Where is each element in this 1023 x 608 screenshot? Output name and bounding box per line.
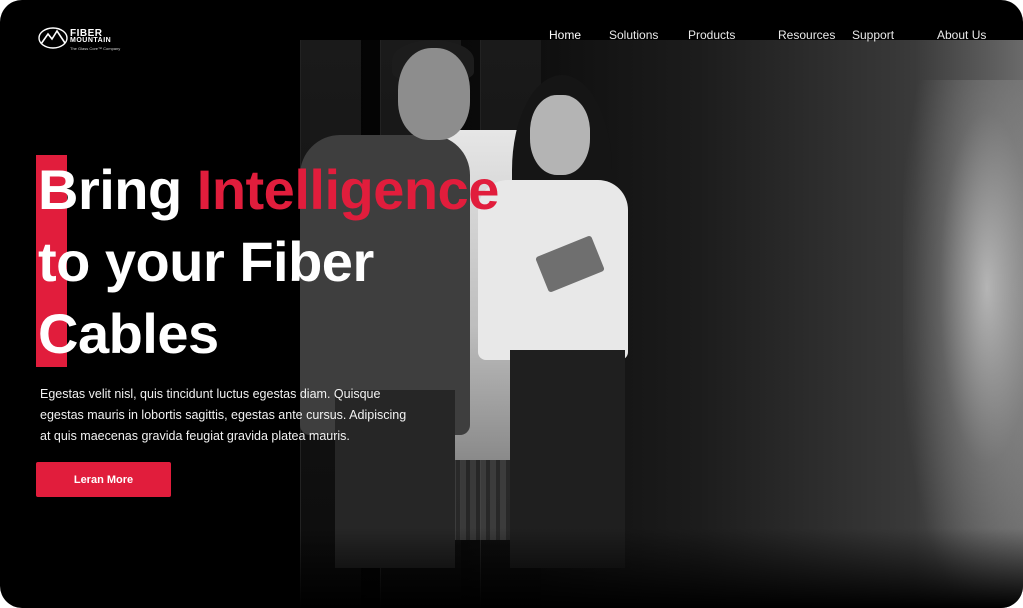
hero-photo — [300, 40, 1023, 608]
nav-item-products[interactable]: Products — [688, 28, 735, 42]
woman-face — [530, 95, 590, 175]
headline-line2: to your Fiber — [38, 230, 374, 293]
brand-tagline: The Glass Core™ Company — [70, 46, 121, 51]
nav-item-about-us[interactable]: About Us — [937, 28, 986, 42]
headline-line3: Cables — [38, 302, 219, 365]
network-glow — [903, 80, 1023, 600]
headline-part1: Bring — [38, 158, 197, 221]
brand-name-line2: MOUNTAIN — [70, 37, 112, 44]
woman-legs — [510, 350, 625, 568]
hero-description: Egestas velit nisl, quis tincidunt luctu… — [40, 387, 407, 443]
nav-item-resources[interactable]: Resources — [778, 28, 835, 42]
learn-more-button[interactable]: Leran More — [36, 462, 171, 497]
man-head — [398, 48, 470, 140]
headline-highlight: Intelligence — [196, 158, 500, 221]
mountain-logo-icon — [38, 27, 68, 49]
nav-item-home[interactable]: Home — [549, 28, 581, 42]
nav-item-support[interactable]: Support — [852, 28, 894, 42]
nav-item-solutions[interactable]: Solutions — [609, 28, 658, 42]
hero-screen: FIBER MOUNTAIN The Glass Core™ Company H… — [0, 0, 1023, 608]
brand-logo[interactable]: FIBER MOUNTAIN The Glass Core™ Company — [38, 24, 128, 54]
headline-line1: Bring Intelligence — [38, 162, 499, 218]
